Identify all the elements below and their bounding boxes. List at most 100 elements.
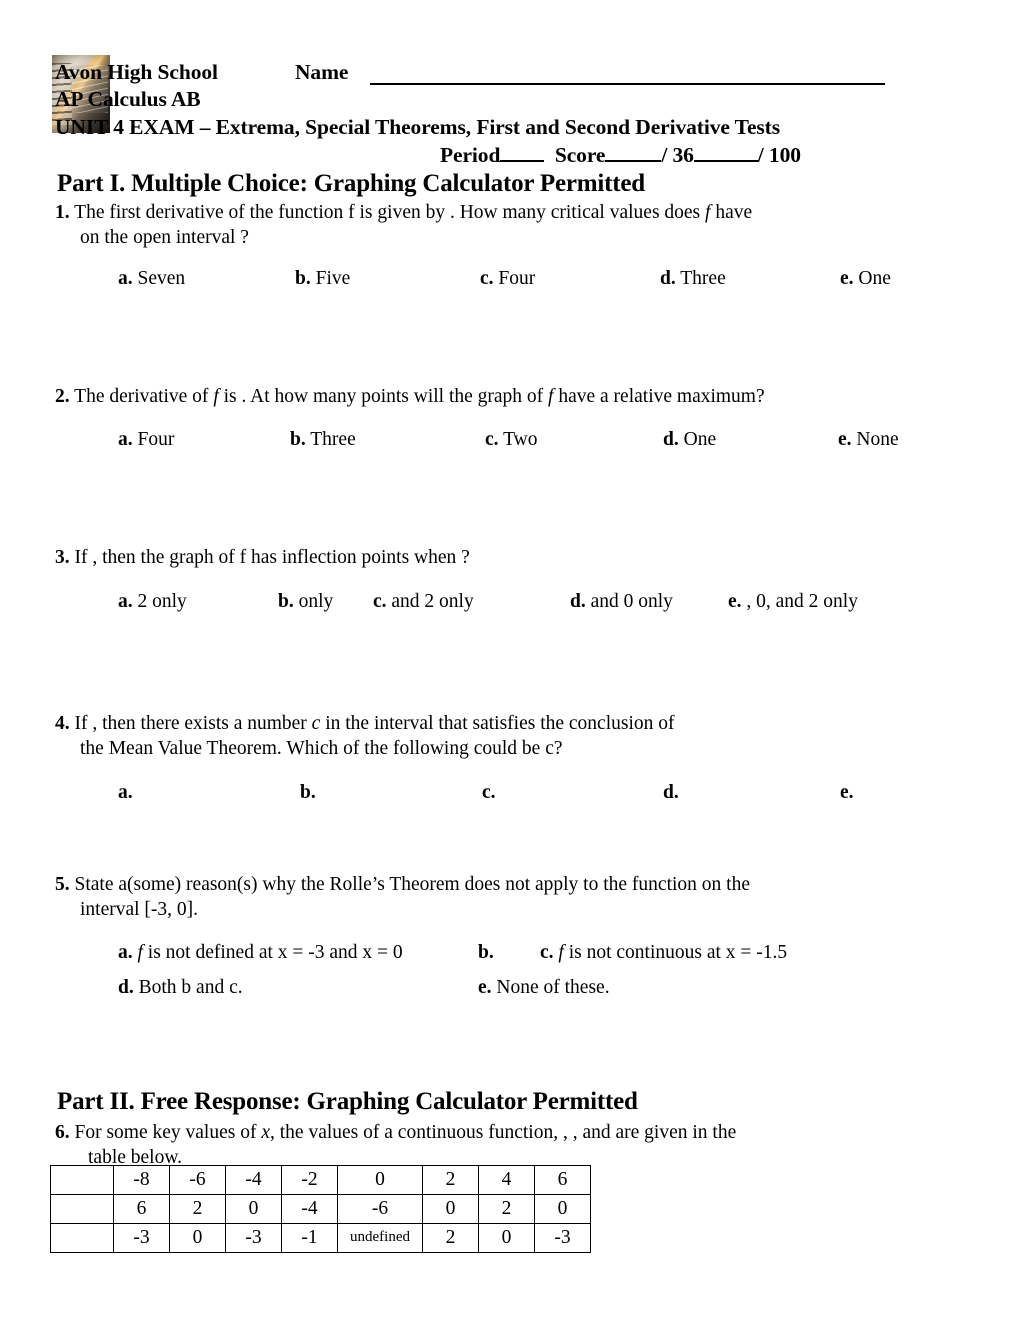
question-4-choice-c[interactable]: c. [482,782,496,804]
question-4-text-b: in the interval that satisfies the concl… [325,713,675,734]
cell: -3 [534,1223,591,1253]
question-3-choice-c[interactable]: c. and 2 only [373,591,474,613]
question-2-number: 2. [55,386,70,407]
values-table-body: -8 -6 -4 -2 0 2 4 6 6 2 0 -4 -6 0 2 0 -3… [50,1165,591,1253]
question-1-line-2: on the open interval ? [80,227,249,248]
table-row: 6 2 0 -4 -6 0 2 0 [50,1194,591,1224]
question-3-choice-a[interactable]: a. 2 only [118,591,187,613]
question-4-choice-e[interactable]: e. [840,782,854,804]
part-2-heading: Part II. Free Response: Graphing Calcula… [57,1088,638,1115]
question-4-line-2: the Mean Value Theorem. Which of the fol… [80,736,563,761]
question-5-choices-row-1: a. f is not defined at x = -3 and x = 0 … [0,942,1020,968]
choice-letter: c. [482,782,496,803]
question-1-choice-a[interactable]: a. Seven [118,268,185,290]
choice-text: is not continuous at x = -1.5 [568,942,788,963]
choice-letter: a. [118,429,133,450]
choice-letter: a. [118,782,133,803]
question-2-choice-c[interactable]: c. Two [485,429,537,451]
cell: 2 [478,1194,535,1224]
school-name: Avon High School [55,60,218,84]
question-5-number: 5. [55,874,70,895]
question-4-line-1: 4. If , then there exists a number c in … [55,711,675,736]
cell: -6 [169,1165,226,1195]
question-6-line-1: 6. For some key values of x, the values … [55,1120,736,1145]
question-3-choice-e[interactable]: e. , 0, and 2 only [728,591,858,613]
question-2-choice-e[interactable]: e. None [838,429,899,451]
question-3-choices: a. 2 only b. only c. and 2 only d. and 0… [0,591,1020,617]
period-label: Period [440,143,501,167]
question-3-number: 3. [55,547,70,568]
question-2-choice-d[interactable]: d. One [663,429,716,451]
table-row: -8 -6 -4 -2 0 2 4 6 [50,1165,591,1195]
question-5-text: State a(some) reason(s) why the Rolle’s … [74,874,750,895]
choice-letter: b. [300,782,316,803]
question-4-text-a: If , then there exists a number [74,713,307,734]
cell: 0 [337,1165,423,1195]
choice-letter: d. [660,268,676,289]
cell: -4 [225,1165,282,1195]
cell: 0 [534,1194,591,1224]
choice-text: One [683,429,717,450]
question-3-line-1: 3. If , then the graph of f has inflecti… [55,545,470,570]
question-2-choice-b[interactable]: b. Three [290,429,356,451]
score-label: Score [554,143,606,167]
cell: -1 [281,1223,338,1253]
question-5-choice-b[interactable]: b. [478,942,494,964]
choice-letter: d. [663,429,679,450]
cell: 0 [422,1194,479,1224]
table-row: -3 0 -3 -1 undefined 2 0 -3 [50,1223,591,1253]
question-4-choices: a. b. c. d. e. [0,782,1020,808]
row-label-x [50,1165,114,1195]
total-blank [693,143,758,162]
part-1-heading: Part I. Multiple Choice: Graphing Calcul… [57,170,645,197]
question-2-choices: a. Four b. Three c. Two d. One e. None [0,429,1020,455]
cell: undefined [337,1223,423,1253]
choice-letter: d. [570,591,586,612]
choice-letter: b. [278,591,294,612]
choice-text: Three [310,429,356,450]
question-2-text-c: have a relative maximum? [558,386,765,407]
question-5-choice-a[interactable]: a. f is not defined at x = -3 and x = 0 [118,942,403,964]
choice-letter: e. [840,268,854,289]
values-table: -8 -6 -4 -2 0 2 4 6 6 2 0 -4 -6 0 2 0 -3… [50,1165,591,1253]
question-6-number: 6. [55,1122,70,1143]
question-1-choice-d[interactable]: d. Three [660,268,726,290]
question-4-choice-b[interactable]: b. [300,782,316,804]
choice-letter: b. [290,429,306,450]
question-4-text-d: ? [553,738,563,759]
question-1-choice-e[interactable]: e. One [840,268,891,290]
choice-text: Three [680,268,726,289]
choice-letter: d. [118,977,134,998]
choice-italic: f [137,942,143,963]
choice-letter: a. [118,942,133,963]
question-4-choice-d[interactable]: d. [663,782,679,804]
score-blank [605,143,662,162]
choice-letter: c. [540,942,554,963]
choice-letter: e. [728,591,742,612]
question-5-choice-e[interactable]: e. None of these. [478,977,610,999]
question-1-choice-c[interactable]: c. Four [480,268,535,290]
cell: -2 [281,1165,338,1195]
question-5-choice-c[interactable]: c. f is not continuous at x = -1.5 [540,942,787,964]
choice-text: is not defined at x = -3 and x = 0 [147,942,403,963]
cell: 0 [169,1223,226,1253]
question-4-choice-a[interactable]: a. [118,782,133,804]
cell: 2 [422,1223,479,1253]
question-1-choice-b[interactable]: b. Five [295,268,350,290]
choice-text: Two [503,429,538,450]
choice-text: Four [498,268,536,289]
choice-letter: e. [840,782,854,803]
period-score-line: Period Score / 36 / 100 [440,143,801,168]
question-3-choice-b[interactable]: b. only [278,591,333,613]
question-5-choice-d[interactable]: d. Both b and c. [118,977,243,999]
question-4-italic-c2: c [545,738,554,759]
cell: 2 [169,1194,226,1224]
question-3-choice-d[interactable]: d. and 0 only [570,591,673,613]
question-4-italic-c: c [311,713,321,734]
question-2-choice-a[interactable]: a. Four [118,429,174,451]
question-1-choices: a. Seven b. Five c. Four d. Three e. One [0,268,1020,294]
cell: -6 [337,1194,423,1224]
name-label: Name [295,60,349,84]
question-6-text-b: , the values of a continuous function, ,… [270,1122,737,1143]
cell: 4 [478,1165,535,1195]
